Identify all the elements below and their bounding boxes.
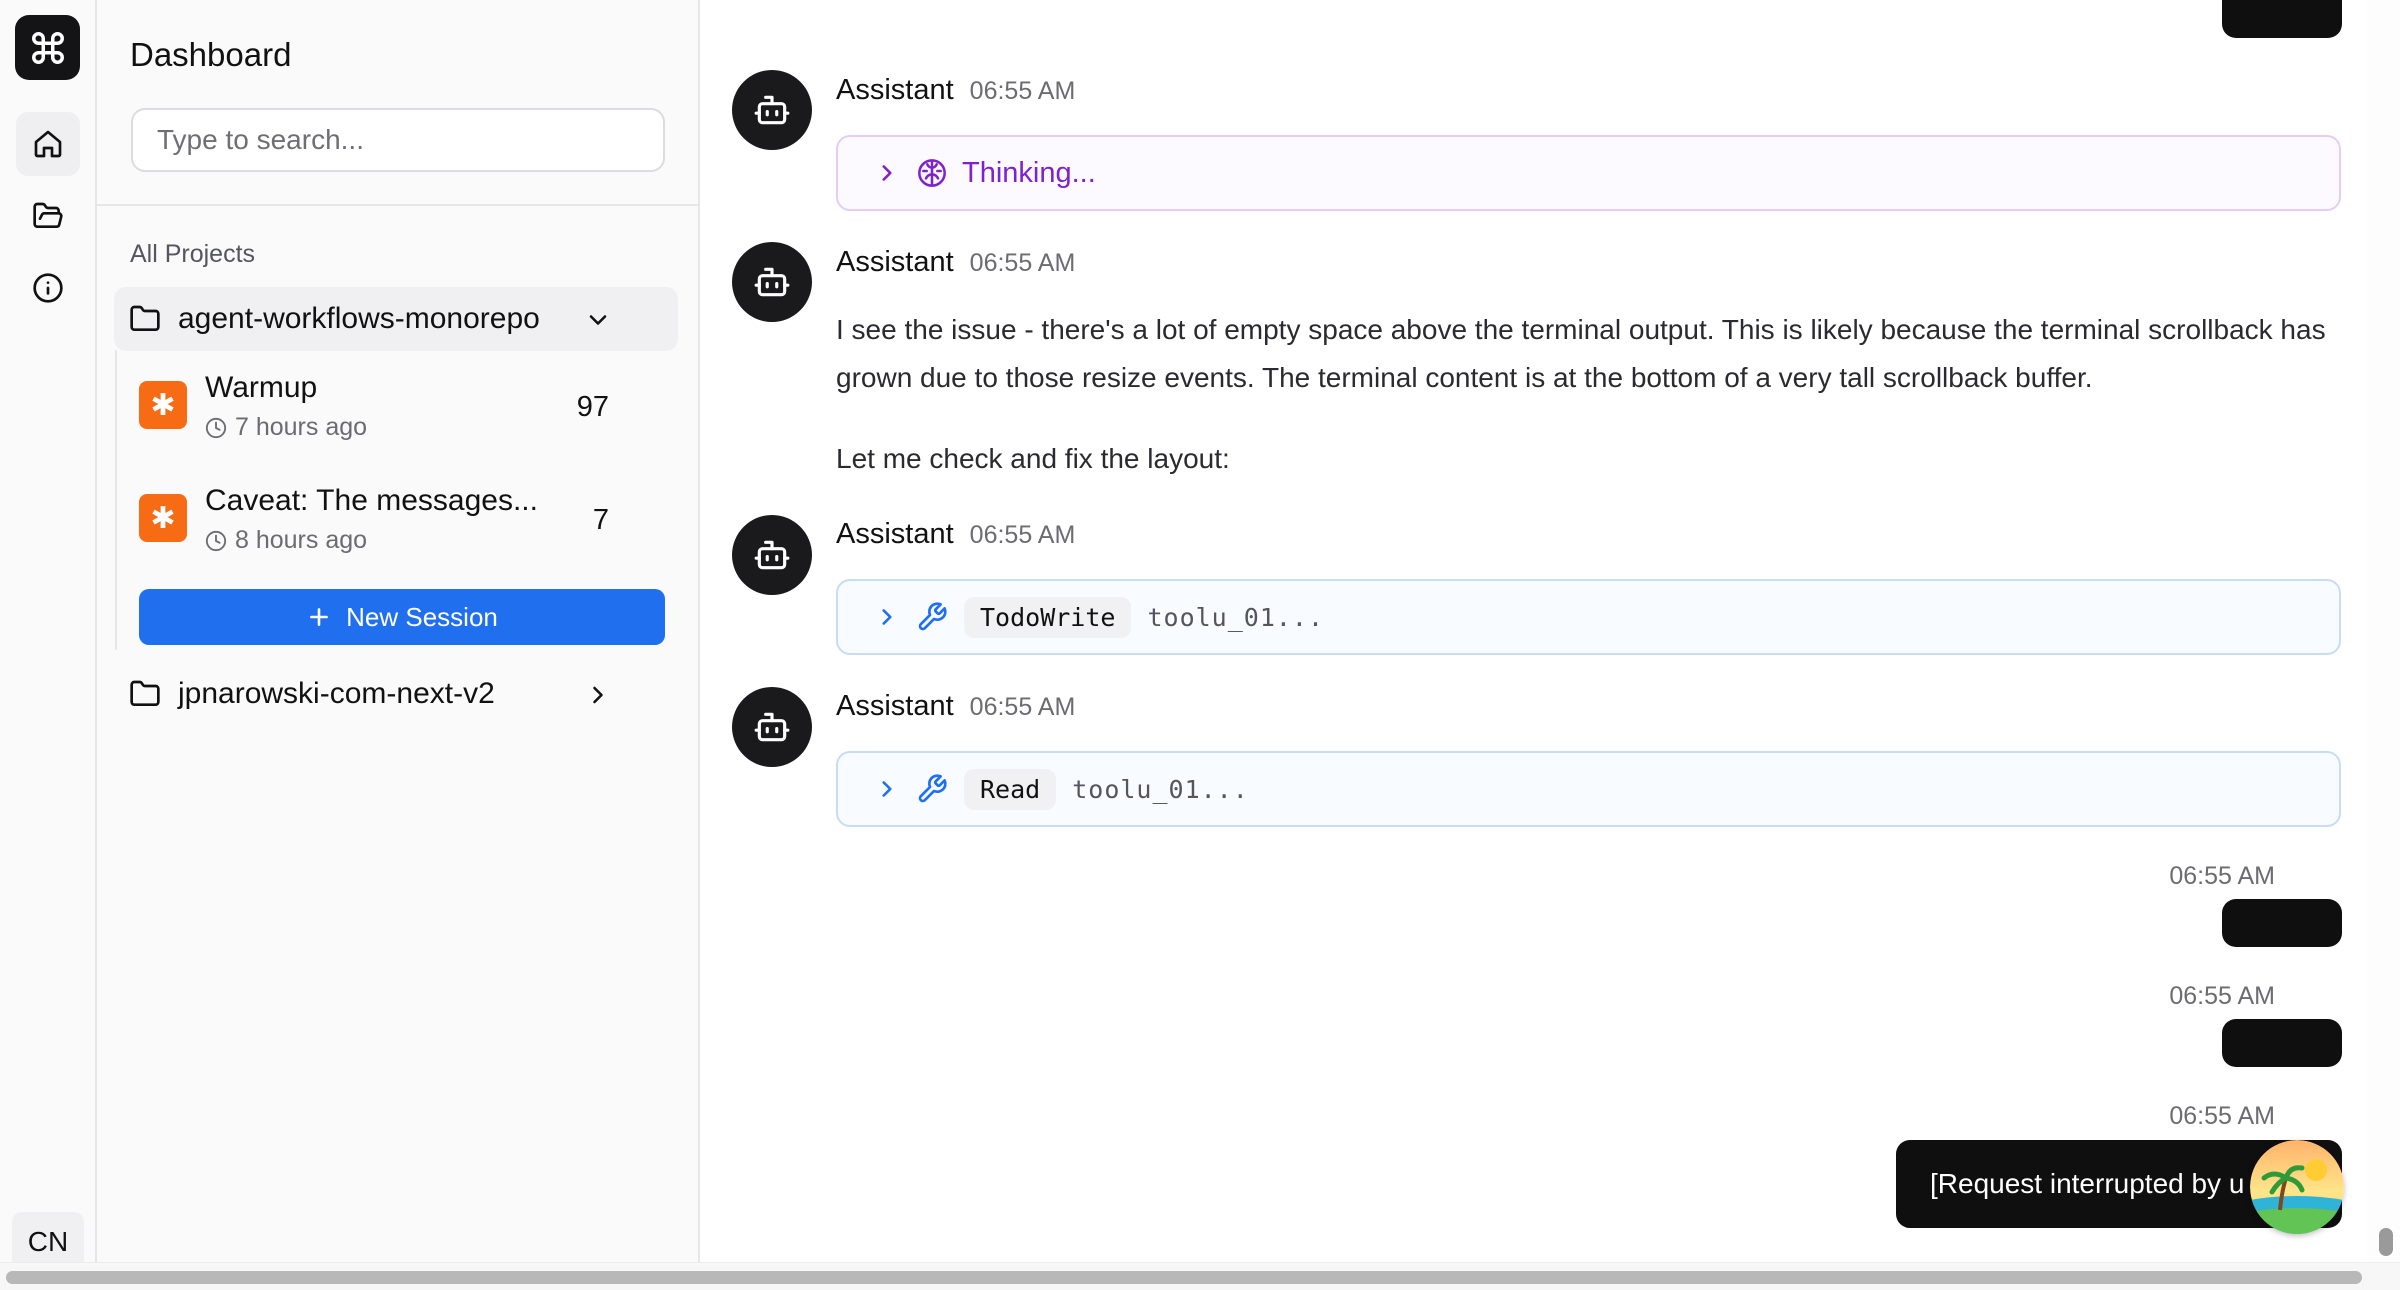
user-message-time: 06:55 AM — [2169, 862, 2275, 890]
chevron-down-icon[interactable] — [584, 306, 612, 334]
home-icon — [34, 130, 62, 158]
bot-icon — [754, 95, 790, 125]
assistant-avatar — [732, 515, 812, 595]
info-icon — [33, 273, 63, 303]
bot-icon — [754, 712, 790, 742]
floating-avatar-button[interactable] — [2250, 1140, 2344, 1234]
rail-home-button[interactable] — [16, 112, 80, 176]
message-author: Assistant — [836, 690, 954, 722]
project-name: jpnarowski-com-next-v2 — [178, 677, 495, 710]
thinking-block[interactable]: Thinking... — [836, 135, 2341, 211]
message-time: 06:55 AM — [969, 693, 1076, 721]
session-item[interactable]: ✱ Caveat: The messages... 8 hours ago 7 — [139, 476, 669, 576]
session-time-text: 7 hours ago — [235, 413, 368, 441]
section-label: All Projects — [130, 240, 256, 268]
folder-open-icon — [33, 202, 63, 228]
message-author: Assistant — [836, 74, 954, 106]
horizontal-scrollbar[interactable] — [0, 1262, 2400, 1290]
tool-call-block[interactable]: TodoWrite toolu_01... — [836, 579, 2341, 655]
project-item-agent-workflows-monorepo[interactable]: agent-workflows-monorepo — [114, 287, 678, 351]
asterisk-icon: ✱ — [139, 381, 187, 429]
assistant-avatar — [732, 70, 812, 150]
session-tree-line — [115, 350, 117, 650]
message-time: 06:55 AM — [969, 249, 1076, 277]
message-author: Assistant — [836, 246, 954, 278]
vertical-scrollbar[interactable] — [2367, 0, 2400, 1262]
beach-icon — [2250, 1140, 2344, 1234]
session-item[interactable]: ✱ Warmup 7 hours ago 97 — [139, 363, 669, 463]
session-title: Caveat: The messages... — [205, 484, 538, 517]
session-time-text: 8 hours ago — [235, 526, 368, 554]
user-message-time: 06:55 AM — [2169, 1102, 2275, 1130]
message-header: Assistant 06:55 AM — [836, 690, 1075, 723]
tool-name: Read — [964, 768, 1057, 810]
message-header: Assistant 06:55 AM — [836, 246, 1075, 279]
user-message-text: [Request interrupted by u — [1930, 1168, 2245, 1199]
message-header: Assistant 06:55 AM — [836, 518, 1075, 551]
rail-projects-button[interactable] — [16, 184, 80, 248]
session-message-count: 7 — [592, 504, 609, 536]
sidebar-title: Dashboard — [130, 36, 292, 73]
chat-panel: Assistant 06:55 AM Thinking... Assistant… — [700, 0, 2367, 1262]
tool-call-block[interactable]: Read toolu_01... — [836, 751, 2341, 827]
message-time: 06:55 AM — [969, 77, 1076, 105]
chevron-right-icon[interactable] — [874, 604, 900, 630]
new-session-label: New Session — [346, 601, 498, 632]
user-message-time: 06:55 AM — [2169, 982, 2275, 1010]
new-session-button[interactable]: New Session — [139, 589, 665, 645]
project-name: agent-workflows-monorepo — [178, 302, 540, 335]
session-time: 7 hours ago — [205, 413, 367, 442]
wrench-icon — [918, 774, 947, 803]
project-sidebar: Dashboard All Projects agent-workflows-m… — [97, 0, 700, 1262]
message-author: Assistant — [836, 518, 954, 550]
tool-id: toolu_01... — [1147, 602, 1325, 632]
rail-info-button[interactable] — [16, 256, 80, 320]
chevron-right-icon[interactable] — [874, 160, 900, 186]
folder-icon — [130, 305, 160, 331]
chevron-right-icon[interactable] — [874, 776, 900, 802]
project-item-jpnarowski-com-next-v2[interactable]: jpnarowski-com-next-v2 — [114, 662, 678, 726]
user-message-bubble — [2222, 899, 2342, 947]
message-header: Assistant 06:55 AM — [836, 74, 1075, 107]
search-input[interactable] — [131, 108, 665, 172]
icon-rail: CN — [0, 0, 97, 1272]
bot-icon — [754, 540, 790, 570]
vertical-scroll-thumb[interactable] — [2379, 1228, 2393, 1256]
horizontal-scroll-thumb[interactable] — [6, 1271, 2362, 1284]
command-icon[interactable] — [15, 15, 80, 80]
assistant-avatar — [732, 687, 812, 767]
wrench-icon — [918, 602, 947, 631]
brain-icon — [918, 159, 946, 187]
bot-icon — [754, 267, 790, 297]
clock-icon — [205, 530, 227, 551]
thinking-label: Thinking... — [962, 156, 1096, 189]
clock-icon — [205, 417, 227, 438]
tool-name: TodoWrite — [964, 596, 1132, 638]
session-time: 8 hours ago — [205, 526, 367, 555]
assistant-avatar — [732, 242, 812, 322]
folder-icon — [130, 680, 160, 706]
user-message-bubble — [2222, 1019, 2342, 1067]
plus-icon — [310, 608, 329, 626]
message-time: 06:55 AM — [969, 521, 1076, 549]
tool-id: toolu_01... — [1072, 774, 1249, 804]
message-paragraph: Let me check and fix the layout: — [836, 443, 1230, 474]
user-message-bubble — [2222, 0, 2342, 38]
asterisk-icon: ✱ — [139, 494, 187, 542]
message-paragraph: I see the issue - there's a lot of empty… — [836, 314, 2326, 393]
sidebar-divider — [97, 204, 698, 206]
chevron-right-icon[interactable] — [584, 681, 612, 709]
session-title: Warmup — [205, 371, 318, 404]
session-message-count: 97 — [576, 391, 609, 423]
